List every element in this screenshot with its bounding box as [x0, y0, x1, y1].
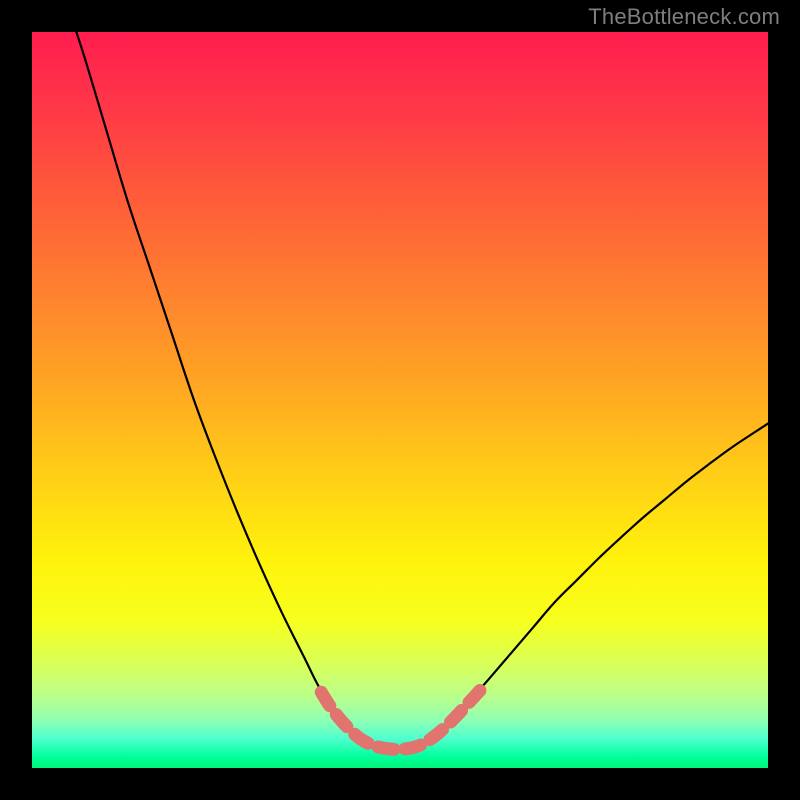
chart-frame: TheBottleneck.com	[0, 0, 800, 800]
plot-area	[32, 32, 768, 768]
chart-svg	[32, 32, 768, 768]
gradient-background	[32, 32, 768, 768]
watermark-text: TheBottleneck.com	[588, 4, 780, 30]
